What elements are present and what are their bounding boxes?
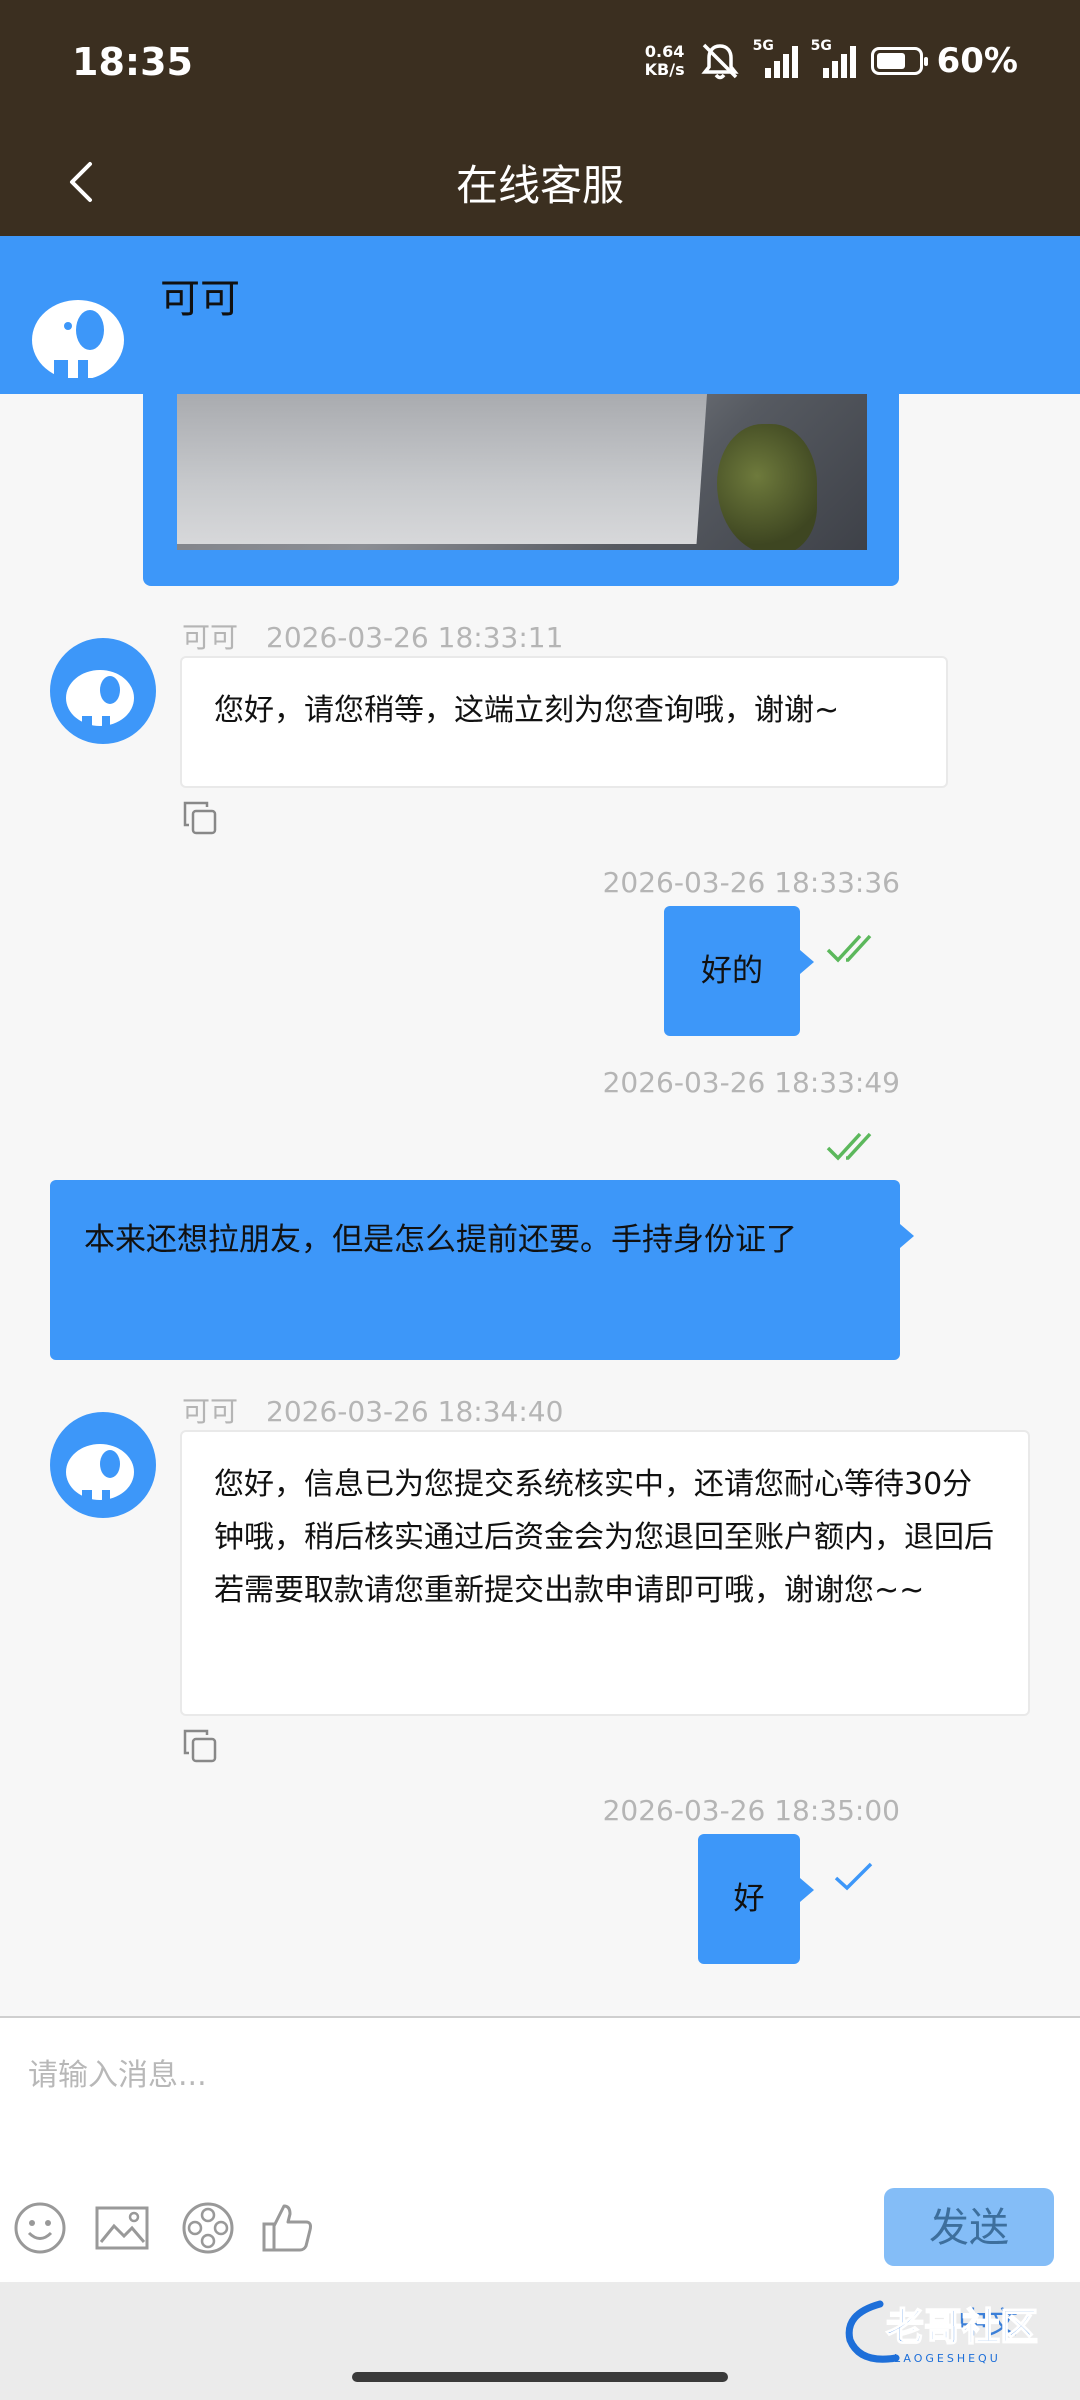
read-double-check-icon <box>826 934 872 963</box>
message-time: 2026-03-26 18:34:40 <box>266 1395 564 1428</box>
agent-message-bubble[interactable]: 您好，信息已为您提交系统核实中，还请您耐心等待30分钟哦，稍后核实通过后资金会为… <box>180 1430 1030 1716</box>
agent-avatar-icon <box>50 1412 156 1518</box>
message-meta: 可可 2026-03-26 18:33:11 <box>182 616 563 656</box>
page-title: 在线客服 <box>455 161 624 210</box>
signal-icon-2: 5G <box>811 38 857 78</box>
agent-avatar-icon <box>50 638 156 744</box>
battery-percent: 60% <box>936 41 1018 81</box>
status-icons: 0.64 KB/s 5G 5G 60% <box>645 36 1018 86</box>
image-message-bubble[interactable] <box>143 394 899 586</box>
message-text: 您好，请您稍等，这端立刻为您查询哦，谢谢~ <box>214 693 840 728</box>
bell-muted-icon <box>700 43 739 80</box>
status-time: 18:35 <box>72 40 193 84</box>
message-time: 2026-03-26 18:35:00 <box>602 1794 900 1827</box>
sender-name: 可可 <box>182 621 239 654</box>
image-icon[interactable] <box>94 2200 150 2256</box>
signal-icon-1: 5G <box>753 38 799 78</box>
chat-area[interactable]: 可可 2026-03-26 18:33:11 您好，请您稍等，这端立刻为您查询哦，… <box>0 394 1080 2014</box>
send-button[interactable]: 发送 <box>884 2188 1054 2266</box>
status-bar: 18:35 0.64 KB/s 5G 5G 60% <box>0 0 1080 130</box>
copy-icon[interactable] <box>182 800 218 836</box>
site-watermark-logo: 老哥社区 LAOGESHEQU <box>845 2300 1039 2365</box>
net-speed: 0.64 KB/s <box>645 43 685 79</box>
video-reel-icon[interactable] <box>180 2200 236 2256</box>
message-meta: 可可 2026-03-26 18:34:40 <box>182 1390 563 1430</box>
net-speed-value: 0.64 <box>644 42 685 61</box>
svg-text:老哥社区: 老哥社区 <box>886 2305 1038 2349</box>
thumbs-up-icon[interactable] <box>260 2200 316 2256</box>
sender-name: 可可 <box>182 1395 239 1428</box>
svg-text:LAOGESHEQU: LAOGESHEQU <box>894 2352 1001 2365</box>
message-text: 本来还想拉朋友，但是怎么提前还要。手持身份证了 <box>84 1222 797 1258</box>
message-text: 您好，信息已为您提交系统核实中，还请您耐心等待30分钟哦，稍后核实通过后资金会为… <box>214 1467 994 1608</box>
signal-label-1: 5G <box>752 38 774 54</box>
read-double-check-icon <box>826 1132 872 1161</box>
battery-icon <box>870 47 928 75</box>
agent-name: 可可 <box>160 276 240 322</box>
elephant-avatar-icon <box>32 300 124 378</box>
nav-bar: 在线客服 <box>0 130 1080 236</box>
message-time: 2026-03-26 18:33:36 <box>602 866 900 899</box>
user-message-bubble[interactable]: 本来还想拉朋友，但是怎么提前还要。手持身份证了 <box>50 1180 914 1360</box>
user-message-bubble[interactable]: 好 <box>698 1834 814 1964</box>
sent-check-icon <box>834 1862 873 1891</box>
agent-message-bubble[interactable]: 您好，请您稍等，这端立刻为您查询哦，谢谢~ <box>180 656 948 788</box>
agent-header: 可可 <box>0 236 1080 394</box>
message-input[interactable] <box>26 2044 1050 2106</box>
message-text: 好的 <box>701 953 763 989</box>
emoji-icon[interactable] <box>12 2200 68 2256</box>
message-time: 2026-03-26 18:33:49 <box>602 1066 900 1099</box>
net-speed-unit: KB/s <box>644 60 685 79</box>
message-text: 好 <box>733 1881 765 1917</box>
message-time: 2026-03-26 18:33:11 <box>266 621 564 654</box>
home-indicator[interactable] <box>352 2372 728 2382</box>
copy-icon[interactable] <box>182 1728 218 1764</box>
user-message-bubble[interactable]: 好的 <box>664 906 814 1036</box>
signal-label-2: 5G <box>810 38 832 54</box>
sent-photo[interactable] <box>177 394 867 550</box>
